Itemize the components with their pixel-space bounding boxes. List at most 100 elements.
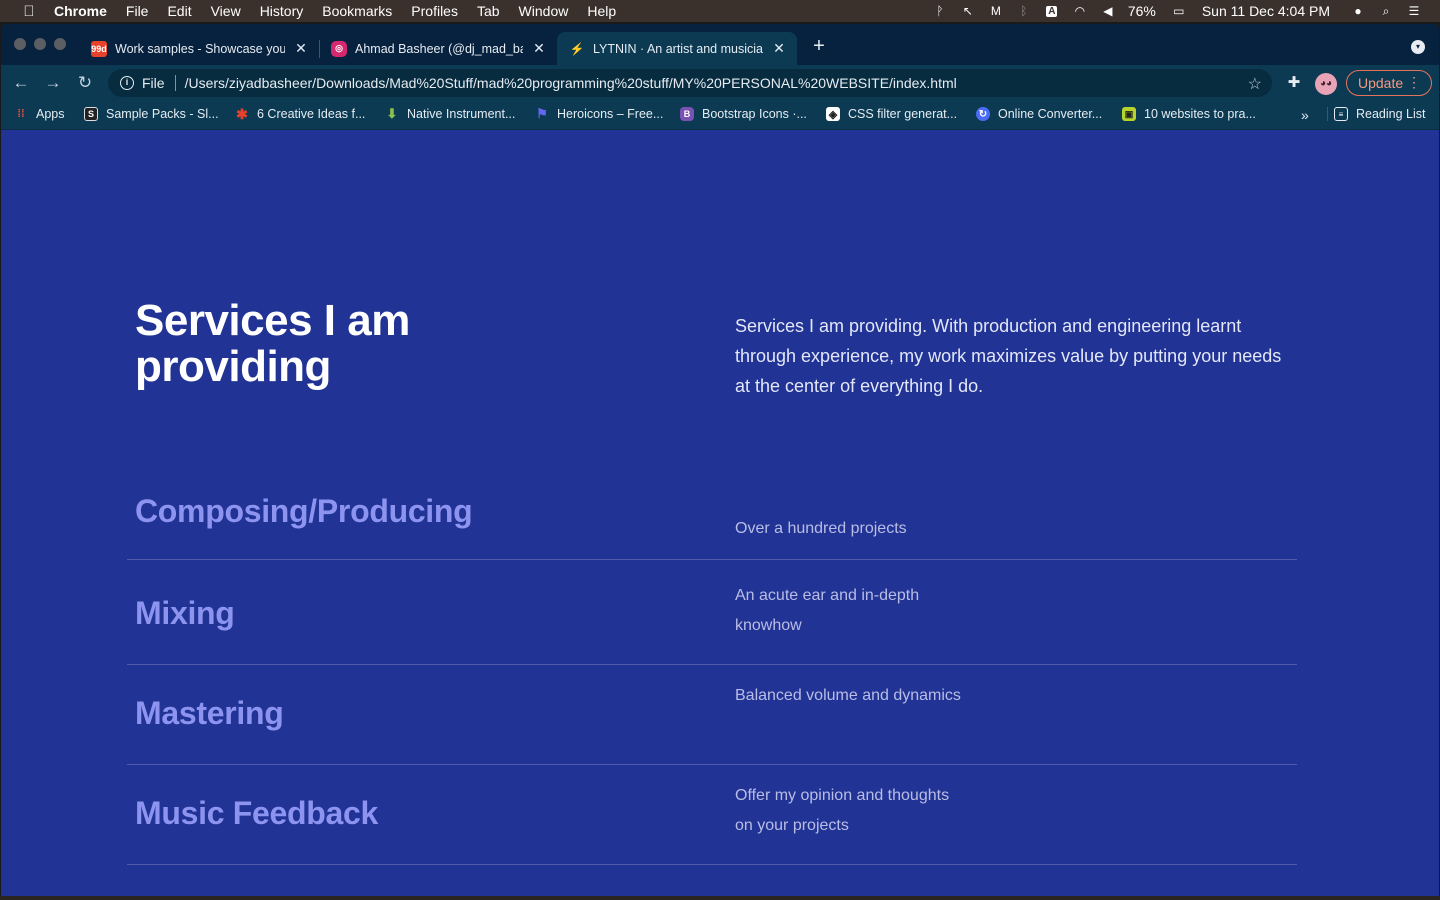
menubar-clock[interactable]: Sun 11 Dec 4:04 PM bbox=[1202, 3, 1330, 19]
menu-edit[interactable]: Edit bbox=[167, 3, 191, 19]
menu-window[interactable]: Window bbox=[519, 3, 569, 19]
bookmark-native-instruments[interactable]: ⬇ Native Instrument... bbox=[385, 106, 516, 121]
bookmarks-bar: ⁞⁞ Apps S Sample Packs - Sl... ✱ 6 Creat… bbox=[1, 101, 1439, 130]
css-filter-icon: ◈ bbox=[826, 107, 840, 121]
bluetooth-icon[interactable]: ᛒ bbox=[1016, 4, 1032, 18]
bookmarks-overflow-chevron-icon[interactable]: » bbox=[1301, 107, 1309, 123]
menu-profiles[interactable]: Profiles bbox=[411, 3, 458, 19]
bookmark-label: Apps bbox=[36, 107, 65, 121]
cursor-status-icon[interactable]: ↖ bbox=[960, 4, 976, 18]
apps-grid-icon: ⁞⁞ bbox=[17, 108, 25, 120]
tab-instagram[interactable]: ◎ Ahmad Basheer (@dj_mad_bas ✕ bbox=[319, 32, 557, 65]
reload-icon[interactable]: ↻ bbox=[75, 73, 95, 93]
url-text[interactable]: /Users/ziyadbasheer/Downloads/Mad%20Stuf… bbox=[185, 75, 957, 91]
page-intro: Services I am providing. With production… bbox=[735, 316, 1282, 396]
bookmark-bootstrap-icons[interactable]: B Bootstrap Icons ·... bbox=[680, 107, 807, 121]
bookmark-sample-packs[interactable]: S Sample Packs - Sl... bbox=[84, 107, 219, 121]
service-name: Mixing bbox=[135, 595, 235, 631]
tab-title: LYTNIN · An artist and musicia bbox=[593, 41, 763, 56]
service-row-composing: Composing/Producing Over a hundred proje… bbox=[127, 457, 1297, 560]
menu-history[interactable]: History bbox=[260, 3, 304, 19]
download-arrow-icon: ⬇ bbox=[386, 106, 398, 121]
bookmark-online-converter[interactable]: ↻ Online Converter... bbox=[976, 107, 1102, 121]
tab-work-samples[interactable]: 99d Work samples - Showcase you ✕ bbox=[79, 32, 319, 65]
tab-close-icon[interactable]: ✕ bbox=[293, 40, 309, 57]
chrome-window: 99d Work samples - Showcase you ✕ ◎ Ahma… bbox=[1, 24, 1439, 896]
work-samples-favicon-icon: 99d bbox=[91, 40, 107, 57]
volume-icon[interactable]: ◀ bbox=[1100, 4, 1116, 18]
control-center-icon[interactable]: ☰ bbox=[1406, 4, 1422, 18]
site-info-icon[interactable]: i bbox=[120, 76, 134, 90]
tab-title: Work samples - Showcase you bbox=[115, 41, 285, 56]
bookmark-label: 6 Creative Ideas f... bbox=[257, 107, 366, 121]
profile-avatar[interactable]: ◕◕ bbox=[1315, 73, 1337, 95]
service-name: Music Feedback bbox=[135, 795, 379, 831]
url-divider bbox=[174, 75, 176, 91]
converter-icon: ↻ bbox=[976, 107, 990, 121]
bookmark-star-icon[interactable]: ☆ bbox=[1248, 74, 1262, 94]
window-close-button[interactable] bbox=[14, 38, 26, 50]
input-source-icon[interactable]: A bbox=[1044, 4, 1060, 18]
service-name: Mastering bbox=[135, 695, 284, 731]
bookmark-label: Heroicons – Free... bbox=[557, 107, 664, 121]
lytnin-favicon-icon: ⚡ bbox=[569, 41, 585, 56]
menu-tab[interactable]: Tab bbox=[477, 3, 500, 19]
spotlight-search-icon[interactable]: ⌕ bbox=[1378, 4, 1394, 18]
extensions-puzzle-icon[interactable]: ✚ bbox=[1284, 73, 1304, 93]
new-tab-plus-icon[interactable]: + bbox=[809, 36, 829, 56]
back-arrow-icon[interactable]: ← bbox=[11, 73, 31, 93]
practice-site-icon: ▣ bbox=[1122, 107, 1136, 121]
window-minimize-button[interactable] bbox=[34, 38, 46, 50]
bookmark-10-websites[interactable]: ▣ 10 websites to pra... bbox=[1122, 107, 1256, 121]
service-row-music-feedback: Music Feedback Offer my opinion and thou… bbox=[127, 765, 1297, 865]
flag-icon: ⚑ bbox=[536, 106, 548, 121]
m-app-status-icon[interactable]: M bbox=[988, 4, 1004, 18]
battery-icon[interactable]: ▭ bbox=[1168, 4, 1190, 18]
bookmark-label: 10 websites to pra... bbox=[1144, 107, 1256, 121]
service-desc: Offer my opinion and thoughts on your pr… bbox=[735, 787, 950, 834]
service-desc: Balanced volume and dynamics bbox=[735, 687, 961, 704]
reading-list-label: Reading List bbox=[1356, 107, 1426, 121]
service-name: Composing/Producing bbox=[135, 493, 473, 529]
bookmark-apps[interactable]: ⁞⁞ Apps bbox=[14, 107, 65, 121]
menu-view[interactable]: View bbox=[211, 3, 241, 19]
asterisk-icon: ✱ bbox=[236, 105, 248, 122]
tab-lytnin-active[interactable]: ⚡ LYTNIN · An artist and musicia ✕ bbox=[557, 32, 797, 65]
macos-menu-bar:  Chrome File Edit View History Bookmark… bbox=[0, 0, 1440, 22]
bookmark-heroicons[interactable]: ⚑ Heroicons – Free... bbox=[535, 106, 664, 121]
tab-strip: 99d Work samples - Showcase you ✕ ◎ Ahma… bbox=[1, 24, 1439, 65]
tab-close-icon[interactable]: ✕ bbox=[531, 40, 547, 57]
splice-icon: S bbox=[84, 107, 98, 121]
service-desc: Over a hundred projects bbox=[735, 520, 907, 537]
battery-percent: 76% bbox=[1127, 3, 1156, 19]
window-zoom-button[interactable] bbox=[54, 38, 66, 50]
browser-toolbar: ← → ↻ i File /Users/ziyadbasheer/Downloa… bbox=[1, 65, 1439, 101]
address-bar[interactable]: i File /Users/ziyadbasheer/Downloads/Mad… bbox=[108, 69, 1272, 97]
bookmark-label: Bootstrap Icons ·... bbox=[702, 107, 807, 121]
update-button[interactable]: Update ⋮ bbox=[1346, 70, 1432, 96]
tab-title: Ahmad Basheer (@dj_mad_bas bbox=[355, 41, 523, 56]
bookmark-label: Online Converter... bbox=[998, 107, 1103, 121]
tab-search-chevron-icon[interactable]: ▾ bbox=[1411, 40, 1425, 54]
menu-bookmarks[interactable]: Bookmarks bbox=[322, 3, 392, 19]
bookmark-creative-ideas[interactable]: ✱ 6 Creative Ideas f... bbox=[235, 105, 366, 122]
menu-file[interactable]: File bbox=[126, 3, 149, 19]
tab-close-icon[interactable]: ✕ bbox=[771, 40, 787, 57]
bookmark-css-filter[interactable]: ◈ CSS filter generat... bbox=[826, 107, 957, 121]
menu-help[interactable]: Help bbox=[587, 3, 616, 19]
bookmark-label: Native Instrument... bbox=[407, 107, 516, 121]
user-icon[interactable]: ● bbox=[1350, 4, 1366, 18]
wifi-icon[interactable]: ◠ bbox=[1072, 4, 1088, 18]
service-row-mixing: Mixing An acute ear and in-depth knowhow bbox=[127, 560, 1297, 665]
desktop-background bbox=[0, 896, 1440, 900]
menu-app-chrome[interactable]: Chrome bbox=[54, 3, 107, 19]
kebab-menu-icon[interactable]: ⋮ bbox=[1407, 74, 1421, 91]
apple-menu-icon[interactable]:  bbox=[20, 3, 38, 20]
reading-list-button[interactable]: ≡ Reading List bbox=[1327, 107, 1426, 121]
page-content: Services I am providing Services I am pr… bbox=[1, 134, 1439, 896]
page-title: Services I am providing bbox=[135, 296, 410, 391]
figma-status-icon[interactable]: ᚹ bbox=[932, 4, 948, 18]
service-desc: An acute ear and in-depth knowhow bbox=[735, 587, 920, 634]
forward-arrow-icon[interactable]: → bbox=[43, 73, 63, 93]
bookmark-label: CSS filter generat... bbox=[848, 107, 958, 121]
